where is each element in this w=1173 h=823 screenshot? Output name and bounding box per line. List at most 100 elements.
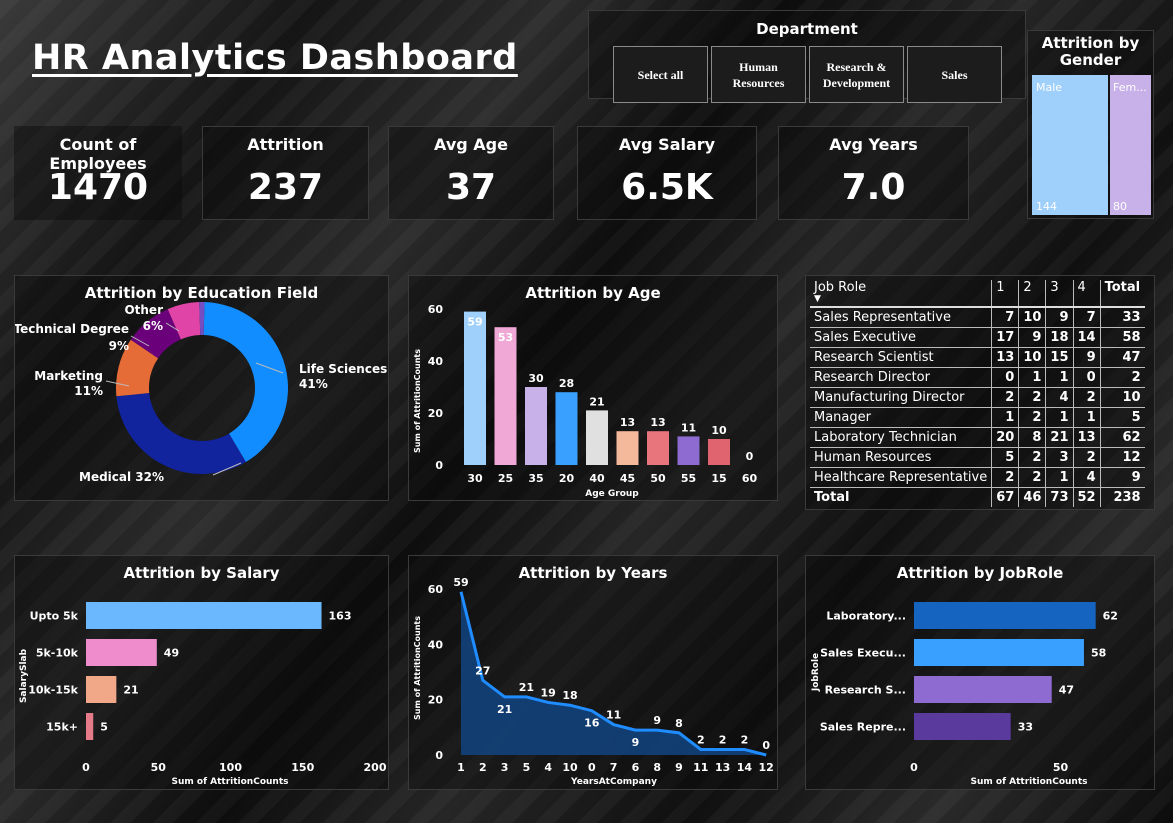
salary-x-tick: 50: [151, 761, 167, 774]
age-x-tick: 60: [742, 472, 758, 485]
table-cell: 2: [1018, 467, 1047, 488]
table-row: Human Resources 5 2 3 2 12: [810, 447, 1145, 468]
donut-pct-life-sciences: 41%: [299, 377, 328, 391]
table-cell: 0: [991, 367, 1020, 388]
row-label: Healthcare Representative: [810, 467, 993, 488]
kpi-card-employees: Count of Employees 1470: [14, 126, 182, 220]
years-data-label: 18: [562, 689, 577, 702]
kpi-label: Avg Salary: [618, 135, 716, 154]
table-cell: 2: [991, 467, 1020, 488]
table-cell: 13: [991, 347, 1020, 368]
table-cell: 10: [1100, 387, 1145, 408]
row-label: Sales Representative: [810, 307, 993, 328]
table-row: Manufacturing Director 2 2 4 2 10: [810, 387, 1145, 408]
table-cell: 2: [1073, 387, 1101, 408]
row-label: Total: [810, 487, 993, 507]
dept-button-select-all[interactable]: Select all: [613, 46, 708, 103]
age-bar-35: [525, 387, 547, 465]
donut-label-technical: Technical Degree: [15, 322, 129, 336]
jobrole-data-label: 62: [1103, 610, 1118, 623]
table-row: Sales Executive 17 9 18 14 58: [810, 327, 1145, 348]
jobrole-data-label: 47: [1059, 684, 1074, 697]
salary-data-label: 5: [100, 721, 108, 734]
years-x-tick: 2: [479, 761, 487, 774]
years-data-label: 9: [632, 736, 640, 749]
column-header[interactable]: Total: [1100, 280, 1145, 308]
table-cell: 1: [1045, 367, 1074, 388]
table-cell: 2: [1018, 387, 1047, 408]
gender-female-value: 80: [1113, 200, 1127, 213]
donut-pct-technical: 9%: [109, 339, 129, 353]
salary-x-tick: 0: [82, 761, 90, 774]
gender-female-bar[interactable]: Fem... 80: [1110, 75, 1151, 215]
table-cell: 21: [1045, 427, 1074, 448]
years-x-axis-label: YearsAtCompany: [570, 777, 657, 787]
kpi-card-avg-age: Avg Age 37: [388, 126, 554, 220]
table-cell: 52: [1073, 487, 1101, 507]
years-x-tick: 11: [693, 761, 708, 774]
donut-slice-life-sciences: [203, 302, 289, 462]
age-y-tick: 40: [428, 355, 444, 368]
dept-button-human-resources[interactable]: Human Resources: [711, 46, 806, 103]
salary-x-tick: 200: [364, 761, 387, 774]
jobrole-x-axis-label: Sum of AttritionCounts: [971, 777, 1088, 787]
table-cell: 1: [991, 407, 1020, 428]
jobrole-bar-chart: JobRole Sum of AttritionCounts 0 5062Labo…: [811, 602, 1118, 787]
age-data-label: 30: [528, 372, 544, 385]
donut-label-life-sciences: Life Sciences: [299, 362, 387, 376]
table-row: Laboratory Technician 20 8 21 13 62: [810, 427, 1145, 448]
jobrole-bar-0: [914, 602, 1096, 629]
donut-label-medical: Medical 32%: [79, 470, 164, 484]
age-x-tick: 25: [498, 472, 513, 485]
table-cell: 7: [991, 307, 1020, 328]
gender-male-label: Male: [1036, 81, 1063, 94]
table-cell: 5: [1100, 407, 1145, 428]
years-x-tick: 1: [457, 761, 465, 774]
column-header[interactable]: 2: [1018, 280, 1047, 308]
age-data-label: 21: [589, 395, 604, 408]
age-y-tick: 20: [428, 407, 444, 420]
table-row: Healthcare Representative 2 2 1 4 9: [810, 467, 1145, 488]
table-cell: 8: [1018, 427, 1047, 448]
years-data-label: 0: [762, 739, 770, 752]
table-cell: 1: [1045, 407, 1074, 428]
column-header[interactable]: 3: [1045, 280, 1074, 308]
years-data-label: 2: [741, 733, 749, 746]
gender-male-bar[interactable]: Male 144: [1032, 75, 1108, 215]
salary-x-tick: 100: [219, 761, 242, 774]
column-header[interactable]: 1: [991, 280, 1020, 308]
table-header-row: Job Role ▼ 1 2 3 4 Total: [810, 280, 1145, 308]
jobrole-y-tick: Laboratory...: [826, 610, 906, 623]
table-cell: 46: [1018, 487, 1047, 507]
dept-button-sales[interactable]: Sales: [907, 46, 1002, 103]
column-header-job-role[interactable]: Job Role ▼: [810, 280, 993, 308]
table-cell: 62: [1100, 427, 1145, 448]
kpi-card-attrition: Attrition 237: [202, 126, 369, 220]
age-x-tick: 35: [528, 472, 543, 485]
years-y-axis-label: Sum of AttritionCounts: [413, 616, 422, 720]
table-cell: 0: [1073, 367, 1101, 388]
row-label: Research Director: [810, 367, 993, 388]
table-cell: 13: [1073, 427, 1101, 448]
table-cell: 73: [1045, 487, 1074, 507]
dept-button-research-development[interactable]: Research & Development: [809, 46, 904, 103]
kpi-label: Attrition: [247, 135, 324, 154]
table-row: Manager 1 2 1 1 5: [810, 407, 1145, 428]
age-bar-15: [708, 439, 730, 465]
years-y-tick: 20: [428, 694, 444, 707]
age-data-label: 59: [467, 316, 482, 329]
age-x-tick: 20: [559, 472, 575, 485]
years-x-tick: 4: [544, 761, 552, 774]
donut-label-other: Other: [124, 303, 163, 317]
years-y-tick: 0: [435, 749, 443, 762]
salary-data-label: 21: [123, 684, 138, 697]
years-x-tick: 6: [632, 761, 640, 774]
column-header[interactable]: 4: [1073, 280, 1101, 308]
age-bar-25: [494, 327, 517, 465]
age-y-tick: 0: [435, 459, 443, 472]
jobrole-bar-3: [914, 713, 1011, 740]
donut-pct-marketing: 11%: [74, 384, 103, 398]
table-cell: 238: [1113, 490, 1141, 505]
department-slicer-title: Department: [756, 20, 858, 38]
age-data-label: 13: [650, 416, 665, 429]
